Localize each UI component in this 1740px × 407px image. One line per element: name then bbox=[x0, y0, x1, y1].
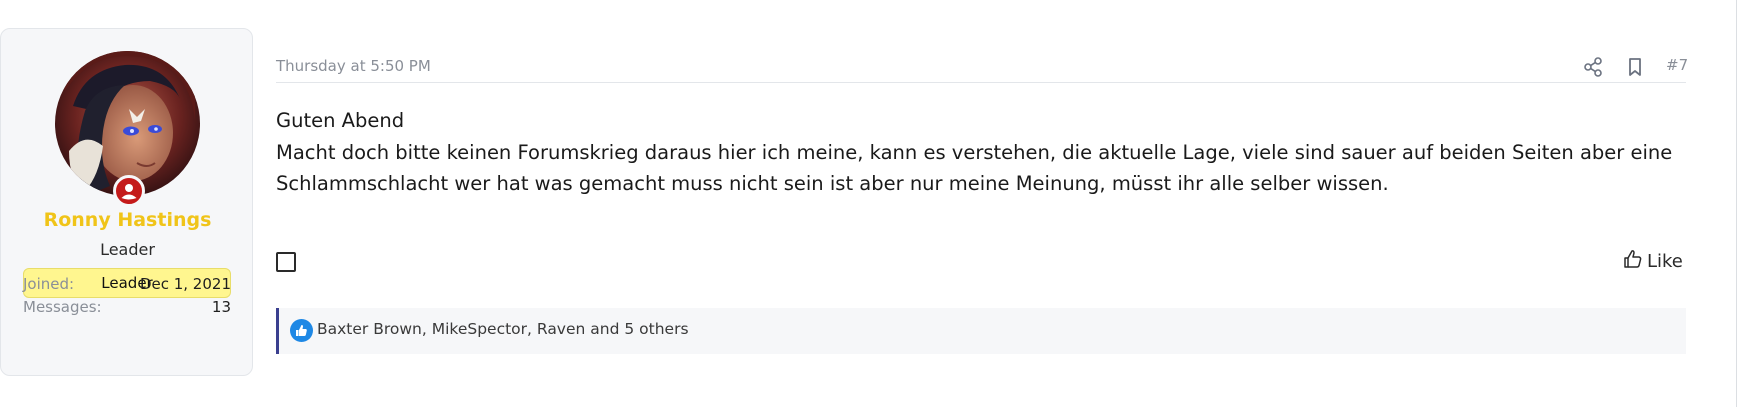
post-text-line: Macht doch bitte keinen Forumskrieg dara… bbox=[276, 140, 1673, 164]
select-post-checkbox[interactable] bbox=[276, 252, 296, 272]
thumbs-up-icon bbox=[1623, 249, 1643, 274]
reactions-summary[interactable]: Baxter Brown, MikeSpector, Raven and 5 o… bbox=[317, 320, 689, 338]
post-number-link[interactable]: #7 bbox=[1666, 56, 1688, 74]
user-title: Leader bbox=[100, 240, 155, 259]
reactions-bar[interactable]: Baxter Brown, MikeSpector, Raven and 5 o… bbox=[276, 308, 1686, 354]
user-info-panel: Ronny Hastings Leader Leader Joined: Dec… bbox=[0, 28, 253, 376]
post-text-line: Schlammschlacht wer hat was gemacht muss… bbox=[276, 172, 1389, 195]
online-status-icon bbox=[113, 175, 145, 207]
messages-value[interactable]: 13 bbox=[212, 298, 231, 316]
forum-post: Ronny Hastings Leader Leader Joined: Dec… bbox=[0, 0, 1737, 407]
username[interactable]: Ronny Hastings bbox=[1, 209, 254, 231]
joined-label: Joined: bbox=[23, 275, 75, 293]
messages-label: Messages: bbox=[23, 298, 102, 316]
like-reaction-icon bbox=[290, 319, 313, 342]
bookmark-icon[interactable] bbox=[1624, 56, 1646, 78]
post-date[interactable]: Thursday at 5:50 PM bbox=[276, 57, 431, 75]
post-content: Guten Abend Macht doch bitte keinen Foru… bbox=[276, 105, 1686, 200]
share-icon[interactable] bbox=[1582, 56, 1604, 78]
joined-value: Dec 1, 2021 bbox=[139, 275, 231, 293]
post-text-line: Guten Abend bbox=[276, 109, 405, 132]
like-label: Like bbox=[1647, 250, 1683, 272]
post-meta: Thursday at 5:50 PM #7 bbox=[276, 54, 1688, 83]
like-button[interactable]: Like bbox=[1623, 248, 1683, 274]
